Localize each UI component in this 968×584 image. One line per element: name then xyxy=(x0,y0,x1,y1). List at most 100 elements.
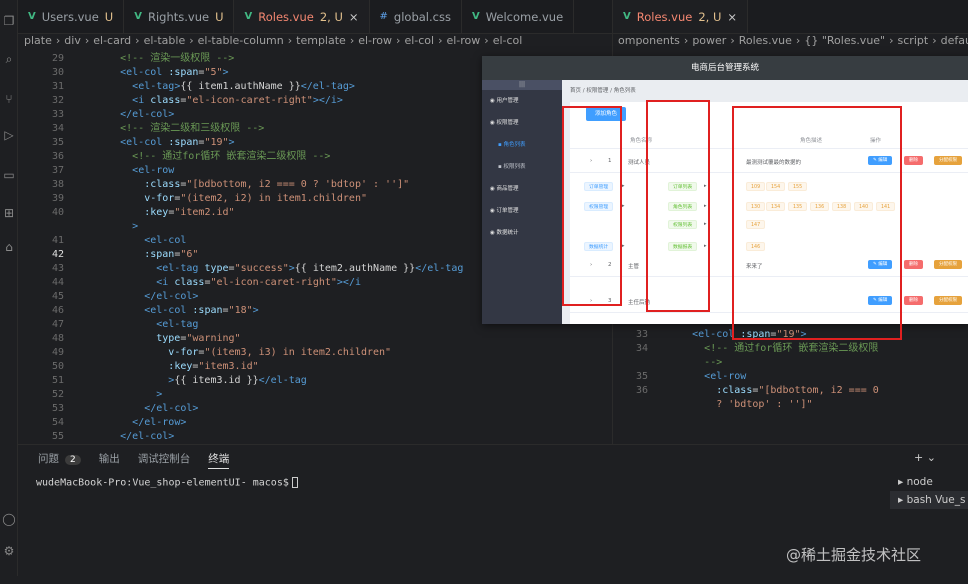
source-control-icon[interactable]: ⑂ xyxy=(2,92,16,106)
terminal[interactable]: wudeMacBook-Pro:Vue_shop-elementUI- maco… xyxy=(36,477,298,489)
run-debug-icon[interactable]: ▷ xyxy=(2,128,16,142)
tab-left-0[interactable]: V Users.vue U xyxy=(18,0,125,33)
breadcrumb-item[interactable]: el-col xyxy=(493,34,523,47)
code-text: :key="item2.id" xyxy=(144,207,235,218)
delete-button[interactable]: 删除 xyxy=(904,260,923,269)
breadcrumb-item[interactable]: omponents xyxy=(618,34,680,47)
line-number: 51 xyxy=(51,375,64,386)
breadcrumb-item[interactable]: el-row xyxy=(446,34,480,47)
breadcrumb-left: plate › div › el-card › el-table › el-table-colu… xyxy=(24,34,612,50)
line-number: 35 xyxy=(635,371,648,382)
assign-rights-button[interactable]: 分配权限 xyxy=(934,260,962,269)
code-line[interactable]: --> xyxy=(614,356,968,370)
chevron-right-icon: › xyxy=(287,34,293,47)
close-icon[interactable]: × xyxy=(349,10,359,24)
panel-tab-3[interactable]: 终端 xyxy=(208,451,230,469)
code-text: :class="[bdbottom, i2 === 0 ? 'bdtop' : … xyxy=(144,179,410,190)
code-text: <!-- 渲染一级权限 --> xyxy=(120,53,235,64)
code-line[interactable]: 51 >{{ item3.id }}</el-tag xyxy=(18,374,608,388)
panel-tabs: 问题 2 输出 调试控制台 终端 xyxy=(38,451,230,469)
code-line[interactable]: 50 :key="item3.id" xyxy=(18,360,608,374)
breadcrumb-item[interactable]: Roles.vue xyxy=(739,34,792,47)
line-number: 39 xyxy=(51,193,64,204)
line-number: 30 xyxy=(51,67,64,78)
remote-icon[interactable]: ⌂ xyxy=(2,240,16,254)
code-line[interactable]: ? 'bdtop' : '']" xyxy=(614,398,968,412)
code-text: > xyxy=(132,221,139,232)
code-text: <!-- 通过for循环 嵌套渲染二级权限 xyxy=(704,343,879,354)
breadcrumb-item[interactable]: defau xyxy=(941,34,968,47)
delete-button[interactable]: 删除 xyxy=(904,296,923,305)
breadcrumb-item[interactable]: div xyxy=(64,34,81,47)
code-line[interactable]: 48 type="warning" xyxy=(18,332,608,346)
breadcrumb-item[interactable]: el-table-column xyxy=(198,34,284,47)
code-line[interactable]: 53 </el-col> xyxy=(18,402,608,416)
delete-button[interactable]: 删除 xyxy=(904,156,923,165)
line-number: 52 xyxy=(51,389,64,400)
panel-tab-label: 调试控制台 xyxy=(137,453,191,465)
tab-left-4[interactable]: V Welcome.vue xyxy=(462,0,575,33)
tab-left-3[interactable]: # global.css xyxy=(370,0,462,33)
app-menu-item[interactable]: ◉ 商品管理 xyxy=(482,178,562,200)
line-number: 34 xyxy=(51,123,64,134)
editor-tabbar-right: V Roles.vue 2, U × xyxy=(613,0,968,34)
settings-gear-icon[interactable]: ⚙ xyxy=(2,544,16,558)
breadcrumb-item[interactable]: template xyxy=(296,34,346,47)
tab-left-2[interactable]: V Roles.vue 2, U × xyxy=(234,0,370,33)
close-icon[interactable]: × xyxy=(727,10,737,24)
code-text: <el-row xyxy=(704,371,747,382)
breadcrumb-item[interactable]: plate xyxy=(24,34,52,47)
panel-tab-1[interactable]: 输出 xyxy=(99,451,120,469)
line-number: 36 xyxy=(635,385,648,396)
code-line[interactable]: 36 :class="[bdbottom, i2 === 0 xyxy=(614,384,968,398)
code-text: </el-col> xyxy=(120,431,175,442)
account-icon[interactable]: ◯ xyxy=(2,512,16,526)
search-icon[interactable]: ⌕ xyxy=(2,52,16,66)
breadcrumb-right: omponents › power › Roles.vue ›{} "Roles.vue"… xyxy=(618,34,968,50)
tab-left-1[interactable]: V Rights.vue U xyxy=(124,0,235,33)
app-menu-item[interactable]: ◉ 用户管理 xyxy=(482,90,562,112)
app-menu-item[interactable]: ▪ 角色列表 xyxy=(482,134,562,156)
panel-tab-2[interactable]: 调试控制台 xyxy=(138,451,191,469)
app-menu-item[interactable]: ◉ 订单管理 xyxy=(482,200,562,222)
code-line[interactable]: 34 <!-- 通过for循环 嵌套渲染二级权限 xyxy=(614,342,968,356)
app-menu-item[interactable]: ▪ 权限列表 xyxy=(482,156,562,178)
tab-right-0[interactable]: V Roles.vue 2, U × xyxy=(613,0,749,33)
breadcrumb-item[interactable]: el-row xyxy=(358,34,392,47)
explorer-icon[interactable]: ❐ xyxy=(2,14,16,28)
breadcrumb-item[interactable]: el-table xyxy=(144,34,186,47)
code-line[interactable]: 49 v-for="(item3, i3) in item2.children" xyxy=(18,346,608,360)
highlight-box-level1 xyxy=(562,106,622,306)
terminal-shell-item[interactable]: ▸ bash Vue_s xyxy=(890,491,968,509)
line-number: 37 xyxy=(51,165,64,176)
line-number: 33 xyxy=(51,109,64,120)
assign-rights-button[interactable]: 分配权限 xyxy=(934,296,962,305)
terminal-shell-item[interactable]: ▸ node xyxy=(890,473,968,491)
code-line[interactable]: 52 > xyxy=(18,388,608,402)
app-menu-item[interactable]: ◉ 权限管理 xyxy=(482,112,562,134)
code-line[interactable]: 54 </el-row> xyxy=(18,416,608,430)
line-number: 41 xyxy=(51,235,64,246)
line-number: 42 xyxy=(51,249,64,260)
code-line[interactable]: 35 <el-row xyxy=(614,370,968,384)
breadcrumb-item[interactable]: {} "Roles.vue" xyxy=(804,34,885,47)
panel-tab-0[interactable]: 问题 2 xyxy=(38,451,81,469)
sidebar-toggle[interactable]: ||| xyxy=(482,80,562,90)
panel-actions[interactable]: + ⌄ xyxy=(914,451,936,464)
line-number: 45 xyxy=(51,291,64,302)
assign-rights-button[interactable]: 分配权限 xyxy=(934,156,962,165)
code-text: :key="item3.id" xyxy=(168,361,259,372)
breadcrumb-item[interactable]: script xyxy=(898,34,929,47)
remote-explorer-icon[interactable]: ▭ xyxy=(2,168,16,182)
line-number: 49 xyxy=(51,347,64,358)
problem-count-badge: 2 xyxy=(65,455,81,465)
line-number: 33 xyxy=(635,329,648,340)
code-line[interactable]: 55 </el-col> xyxy=(18,430,608,444)
breadcrumb-item[interactable]: el-card xyxy=(93,34,131,47)
breadcrumb-item[interactable]: power xyxy=(692,34,726,47)
extensions-icon[interactable]: ⊞ xyxy=(2,206,16,220)
breadcrumb-item[interactable]: el-col xyxy=(404,34,434,47)
line-number: 46 xyxy=(51,305,64,316)
highlight-box-level3 xyxy=(732,106,902,340)
app-menu-item[interactable]: ◉ 数据统计 xyxy=(482,222,562,244)
